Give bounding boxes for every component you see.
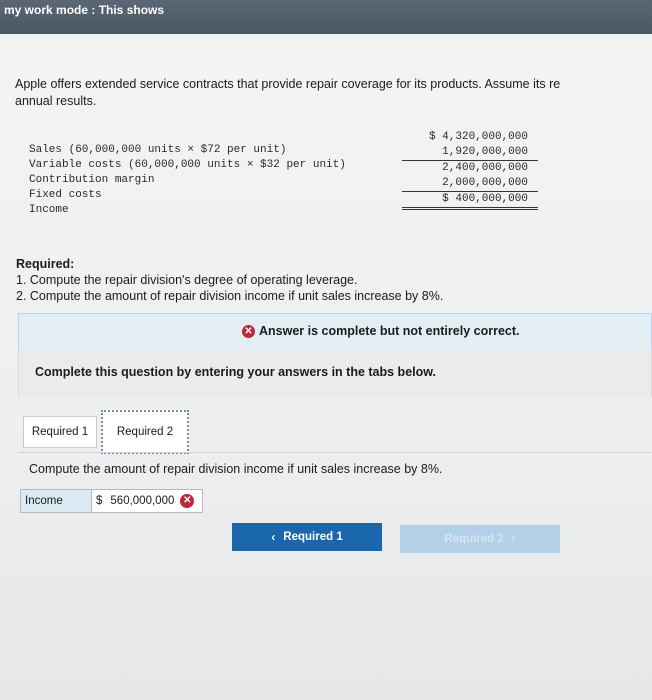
income-value: 560,000,000 bbox=[110, 495, 175, 507]
statement-label-contribution-margin: Contribution margin bbox=[29, 174, 155, 186]
tab-required-2[interactable]: Required 2 bbox=[101, 410, 189, 454]
chevron-left-icon: ‹ bbox=[271, 530, 276, 544]
problem-line-2: annual results. bbox=[15, 94, 97, 108]
currency-symbol: $ bbox=[96, 495, 103, 507]
statement-value-fixed-costs: 2,000,000,000 bbox=[402, 176, 538, 192]
problem-line-1: Apple offers extended service contracts … bbox=[15, 77, 561, 91]
statement-value-contribution-margin: 2,400,000,000 bbox=[442, 162, 528, 174]
instructions-panel: Complete this question by entering your … bbox=[18, 349, 652, 397]
statement-values: $ 4,320,000,000 1,920,000,000 2,400,000,… bbox=[402, 130, 538, 210]
feedback-text: Answer is complete but not entirely corr… bbox=[259, 324, 520, 338]
statement-label-fixed-costs: Fixed costs bbox=[29, 189, 102, 201]
next-button-label: Required 2 bbox=[444, 533, 504, 545]
prev-button[interactable]: ‹ Required 1 bbox=[232, 523, 382, 551]
statement-value-variable-costs: 1,920,000,000 bbox=[402, 145, 538, 161]
problem-text: Apple offers extended service contracts … bbox=[15, 76, 652, 110]
required-item-1: 1. Compute the repair division's degree … bbox=[16, 273, 358, 287]
statement-label-sales: Sales (60,000,000 units × $72 per unit) bbox=[29, 144, 287, 156]
chevron-right-icon: › bbox=[511, 533, 516, 545]
required-header: Required: bbox=[16, 257, 75, 271]
required-section: Required: 1. Compute the repair division… bbox=[16, 256, 443, 304]
income-input[interactable]: $ 560,000,000 ✕ bbox=[92, 490, 202, 512]
statement-value-income: $ 400,000,000 bbox=[402, 192, 538, 210]
x-circle-icon: ✕ bbox=[180, 494, 195, 508]
question-instruction: Compute the amount of repair division in… bbox=[29, 462, 443, 476]
required-item-2: 2. Compute the amount of repair division… bbox=[16, 289, 444, 303]
prev-button-label: Required 1 bbox=[283, 531, 343, 543]
answer-label: Income bbox=[21, 490, 92, 512]
statement-label-income: Income bbox=[29, 204, 69, 216]
tab-required-1[interactable]: Required 1 bbox=[23, 416, 97, 448]
statement-value-sales: $ 4,320,000,000 bbox=[428, 131, 528, 143]
statement-label-variable-costs: Variable costs (60,000,000 units × $32 p… bbox=[29, 159, 346, 171]
instructions-text: Complete this question by entering your … bbox=[35, 365, 436, 379]
next-button[interactable]: Required 2 › bbox=[400, 525, 560, 553]
top-bar-title: my work mode : This shows bbox=[4, 3, 165, 17]
x-circle-icon: ✕ bbox=[242, 324, 255, 338]
top-bar: my work mode : This shows bbox=[0, 0, 652, 34]
statement-labels: Sales (60,000,000 units × $72 per unit) … bbox=[29, 143, 346, 218]
feedback-banner: ✕ Answer is complete but not entirely co… bbox=[18, 313, 652, 351]
answer-row: Income $ 560,000,000 ✕ bbox=[20, 489, 203, 513]
